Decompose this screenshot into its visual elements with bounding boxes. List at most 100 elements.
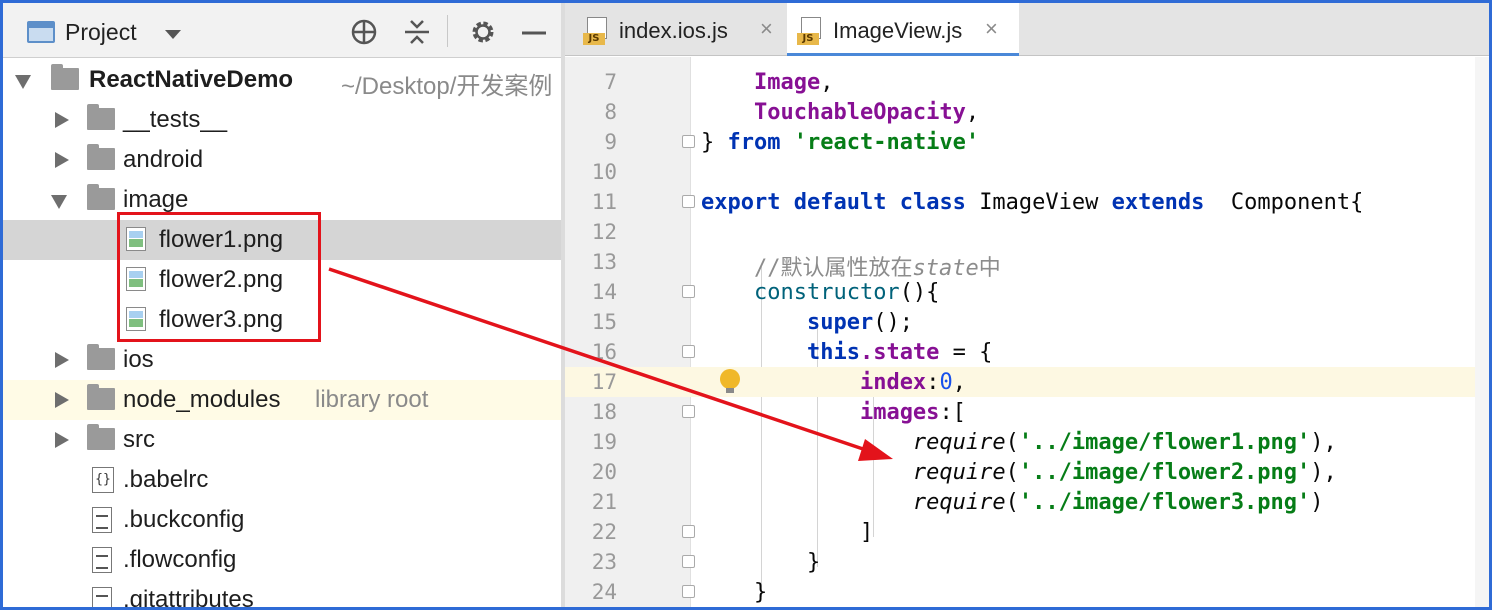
close-icon[interactable]: × bbox=[985, 16, 998, 42]
gear-icon[interactable] bbox=[468, 17, 498, 47]
line-number: 23 bbox=[591, 550, 617, 574]
tree-item[interactable]: .gitattributes bbox=[3, 580, 561, 607]
line-number: 24 bbox=[591, 580, 617, 604]
fold-marker-icon[interactable] bbox=[682, 345, 695, 358]
tab-index-ios[interactable]: JS index.ios.js × bbox=[575, 3, 783, 56]
editor-scrollbar[interactable] bbox=[1475, 57, 1489, 607]
folder-icon bbox=[87, 424, 115, 450]
tree-item[interactable]: image bbox=[3, 180, 561, 220]
tree-item[interactable]: __tests__ bbox=[3, 100, 561, 140]
line-number: 9 bbox=[604, 130, 617, 154]
folder-icon bbox=[87, 344, 115, 370]
library-root-suffix: library root bbox=[315, 386, 429, 413]
tab-imageview[interactable]: JS ImageView.js × bbox=[787, 3, 1019, 56]
tree-item[interactable]: android bbox=[3, 140, 561, 180]
fold-marker-icon[interactable] bbox=[682, 525, 695, 538]
close-icon[interactable]: × bbox=[760, 16, 773, 42]
fold-marker-icon[interactable] bbox=[682, 195, 695, 208]
code-line: 18 images:[ bbox=[565, 397, 1489, 427]
project-panel: Project ReactNativeDemo ~/Desktop/开发案例 _… bbox=[3, 3, 561, 607]
code-line: 19 require('../image/flower1.png'), bbox=[565, 427, 1489, 457]
project-panel-header: Project bbox=[3, 3, 561, 58]
tree-item[interactable]: ios bbox=[3, 340, 561, 380]
code-line: 20 require('../image/flower2.png'), bbox=[565, 457, 1489, 487]
js-file-icon: JS bbox=[797, 17, 823, 45]
expand-arrow-icon[interactable] bbox=[51, 195, 67, 209]
line-number: 21 bbox=[591, 490, 617, 514]
tree-root[interactable]: ReactNativeDemo ~/Desktop/开发案例 bbox=[3, 60, 561, 100]
collapsed-arrow-icon[interactable] bbox=[55, 392, 69, 408]
text-file-icon bbox=[92, 507, 112, 533]
tree-item-label: node_modules bbox=[123, 386, 281, 413]
code-line: 14 constructor(){ bbox=[565, 277, 1489, 307]
tree-item[interactable]: flower3.png bbox=[3, 300, 561, 340]
tree-item-label: android bbox=[123, 146, 204, 173]
folder-icon bbox=[87, 184, 115, 210]
line-number: 22 bbox=[591, 520, 617, 544]
folder-icon bbox=[51, 64, 79, 90]
locate-icon[interactable] bbox=[349, 17, 379, 47]
code-line-current: 17 index:0, bbox=[565, 367, 1489, 397]
code-line: 7 Image, bbox=[565, 67, 1489, 97]
line-number: 13 bbox=[591, 250, 617, 274]
tree-item[interactable]: .buckconfig bbox=[3, 500, 561, 540]
tree-item-label: .flowconfig bbox=[123, 546, 237, 573]
line-number: 10 bbox=[591, 160, 617, 184]
code-line: 16 this.state = { bbox=[565, 337, 1489, 367]
line-number: 15 bbox=[591, 310, 617, 334]
fold-marker-icon[interactable] bbox=[682, 585, 695, 598]
line-number: 12 bbox=[591, 220, 617, 244]
tree-item[interactable]: .flowconfig bbox=[3, 540, 561, 580]
root-project-path: ~/Desktop/开发案例 bbox=[341, 73, 553, 100]
tree-item[interactable]: {} .babelrc bbox=[3, 460, 561, 500]
tree-item-selected[interactable]: flower1.png bbox=[3, 220, 561, 260]
code-line: 10 bbox=[565, 157, 1489, 187]
tree-item-label: .buckconfig bbox=[123, 506, 245, 533]
image-file-icon bbox=[126, 307, 146, 331]
code-line: 22 ] bbox=[565, 517, 1489, 547]
code-line: 12 bbox=[565, 217, 1489, 247]
collapsed-arrow-icon[interactable] bbox=[55, 352, 69, 368]
tab-label: index.ios.js bbox=[619, 18, 728, 43]
minimize-icon[interactable] bbox=[519, 17, 549, 47]
fold-marker-icon[interactable] bbox=[682, 135, 695, 148]
json-file-icon: {} bbox=[92, 467, 114, 493]
tree-item[interactable]: src bbox=[3, 420, 561, 460]
code-line: 8 TouchableOpacity, bbox=[565, 97, 1489, 127]
header-separator bbox=[447, 15, 448, 47]
tree-item-label: __tests__ bbox=[123, 106, 228, 133]
tree-item-label: flower3.png bbox=[159, 306, 284, 333]
project-view-title[interactable]: Project bbox=[65, 19, 137, 46]
tree-item-label: flower1.png bbox=[159, 226, 284, 253]
collapsed-arrow-icon[interactable] bbox=[55, 152, 69, 168]
tree-item-label: src bbox=[123, 426, 155, 453]
root-project-name: ReactNativeDemo bbox=[89, 66, 294, 93]
collapsed-arrow-icon[interactable] bbox=[55, 112, 69, 128]
code-line: 24 } bbox=[565, 577, 1489, 607]
code-editor: JS index.ios.js × JS ImageView.js × 7 Im… bbox=[565, 3, 1489, 607]
tree-item[interactable]: flower2.png bbox=[3, 260, 561, 300]
line-number: 14 bbox=[591, 280, 617, 304]
line-number: 20 bbox=[591, 460, 617, 484]
image-file-icon bbox=[126, 227, 146, 251]
tree-item-label: image bbox=[123, 186, 189, 213]
collapse-icon[interactable] bbox=[402, 17, 432, 47]
fold-marker-icon[interactable] bbox=[682, 555, 695, 568]
code-line: 13 //默认属性放在state中 bbox=[565, 247, 1489, 281]
fold-marker-icon[interactable] bbox=[682, 285, 695, 298]
folder-icon bbox=[87, 104, 115, 130]
tree-item-label: ios bbox=[123, 346, 154, 373]
collapsed-arrow-icon[interactable] bbox=[55, 432, 69, 448]
code-area[interactable]: 7 Image, 8 TouchableOpacity, 9 } from 'r… bbox=[565, 57, 1489, 607]
tree-item[interactable]: node_modules library root bbox=[3, 380, 561, 420]
tree-item-label: flower2.png bbox=[159, 266, 284, 293]
text-file-icon bbox=[92, 587, 112, 607]
chevron-down-icon[interactable] bbox=[165, 30, 181, 39]
image-file-icon bbox=[126, 267, 146, 291]
expand-arrow-icon[interactable] bbox=[15, 75, 31, 89]
ide-window: Project ReactNativeDemo ~/Desktop/开发案例 _… bbox=[0, 0, 1492, 610]
editor-tab-bar: JS index.ios.js × JS ImageView.js × bbox=[565, 3, 1489, 56]
line-number: 17 bbox=[591, 370, 617, 394]
fold-marker-icon[interactable] bbox=[682, 405, 695, 418]
line-number: 7 bbox=[604, 70, 617, 94]
